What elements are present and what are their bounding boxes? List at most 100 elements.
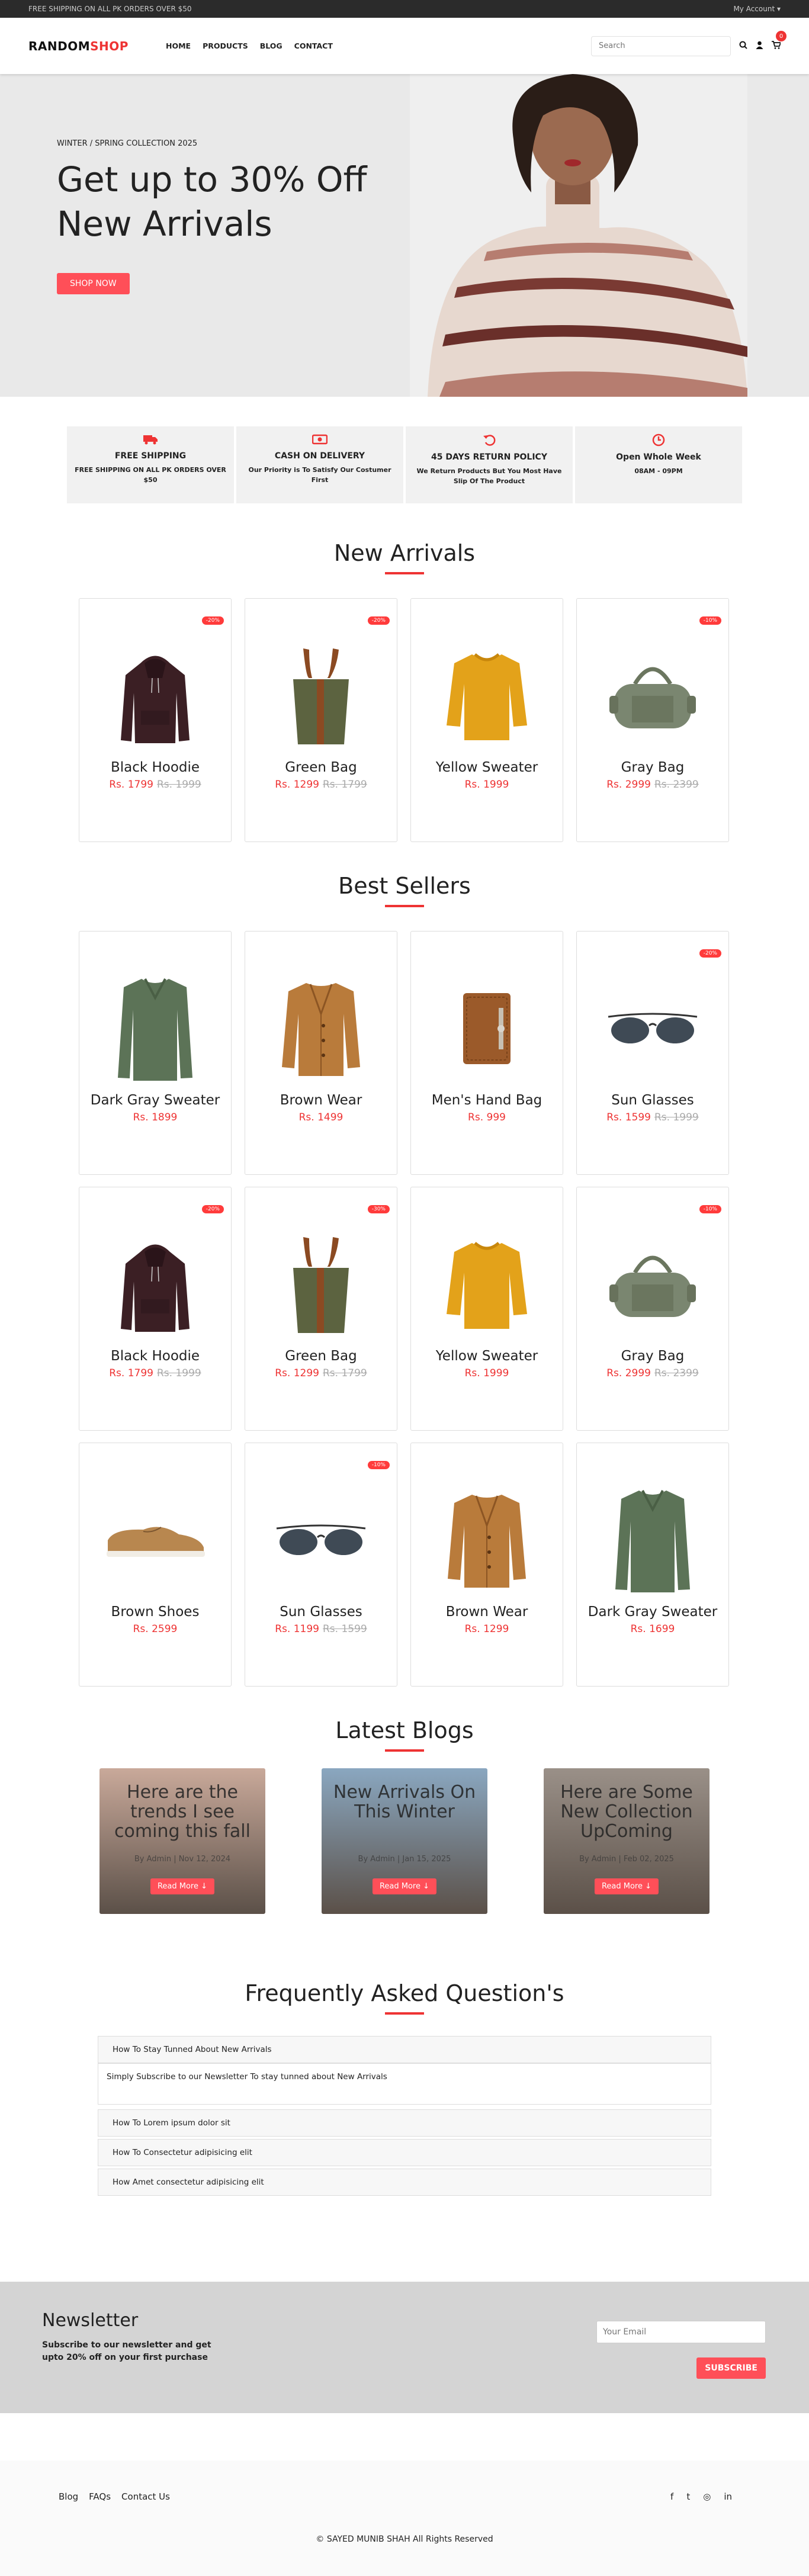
feature-open-week: Open Whole Week 08AM - 09PM bbox=[575, 426, 742, 503]
product-card[interactable]: -10% Gray Bag Rs. 2999 Rs. 2399 bbox=[576, 1187, 729, 1431]
product-image[interactable] bbox=[79, 1481, 231, 1599]
product-image[interactable] bbox=[411, 969, 563, 1088]
newsletter-email-input[interactable] bbox=[596, 2321, 766, 2343]
product-image[interactable] bbox=[245, 969, 397, 1088]
product-image[interactable] bbox=[577, 637, 728, 755]
product-card[interactable]: Brown Wear Rs. 1299 bbox=[410, 1443, 563, 1687]
product-image[interactable] bbox=[577, 969, 728, 1088]
product-image[interactable] bbox=[577, 1225, 728, 1344]
product-image[interactable] bbox=[245, 1225, 397, 1344]
current-price: Rs. 1999 bbox=[464, 1367, 509, 1379]
blogs-row: Here are the trends I see coming this fa… bbox=[99, 1768, 710, 1914]
blog-title: Here are the trends I see coming this fa… bbox=[114, 1782, 251, 1842]
newsletter-title: Newsletter bbox=[42, 2310, 139, 2331]
cart-icon[interactable]: 0 bbox=[772, 31, 786, 52]
product-card[interactable]: Dark Gray Sweater Rs. 1899 bbox=[79, 931, 232, 1175]
user-icon[interactable] bbox=[756, 40, 763, 52]
menu-blog[interactable]: BLOG bbox=[260, 41, 282, 50]
newsletter-section: Newsletter Subscribe to our newsletter a… bbox=[0, 2282, 809, 2413]
feature-return-policy: 45 DAYS RETURN POLICY We Return Products… bbox=[406, 426, 573, 503]
return-icon bbox=[410, 433, 568, 450]
my-account-menu[interactable]: My Account ▾ bbox=[733, 5, 781, 13]
hero-model-image bbox=[410, 74, 747, 397]
product-card[interactable]: Yellow Sweater Rs. 1999 bbox=[410, 598, 563, 842]
arrow-down-icon: ↓ bbox=[201, 1882, 208, 1891]
blog-author: By Admin | Feb 02, 2025 bbox=[579, 1855, 674, 1864]
product-card[interactable]: Brown Wear Rs. 1499 bbox=[245, 931, 397, 1175]
product-image[interactable] bbox=[245, 1481, 397, 1599]
product-image[interactable] bbox=[411, 637, 563, 755]
heading-underline bbox=[385, 905, 424, 907]
read-more-button[interactable]: Read More ↓ bbox=[594, 1878, 659, 1894]
heading-underline bbox=[385, 572, 424, 574]
cart-count-badge: 0 bbox=[776, 31, 786, 41]
product-image[interactable] bbox=[411, 1225, 563, 1344]
product-name: Yellow Sweater bbox=[435, 1348, 538, 1364]
product-card[interactable]: -20% Black Hoodie Rs. 1799 Rs. 1999 bbox=[79, 598, 232, 842]
product-name: Sun Glasses bbox=[280, 1604, 362, 1620]
product-card[interactable]: -20% Sun Glasses Rs. 1599 Rs. 1999 bbox=[576, 931, 729, 1175]
footer-link-faqs[interactable]: FAQs bbox=[89, 2491, 111, 2502]
product-card[interactable]: -30% Green Bag Rs. 1299 Rs. 1799 bbox=[245, 1187, 397, 1431]
read-more-button[interactable]: Read More ↓ bbox=[150, 1878, 215, 1894]
menu-home[interactable]: HOME bbox=[166, 41, 191, 50]
faq-question-4[interactable]: How Amet consectetur adipisicing elit bbox=[98, 2169, 711, 2196]
product-name: Gray Bag bbox=[621, 760, 685, 775]
product-card[interactable]: Brown Shoes Rs. 2599 bbox=[79, 1443, 232, 1687]
blog-card[interactable]: Here are Some New Collection UpComing By … bbox=[544, 1768, 710, 1914]
instagram-icon[interactable]: ◎ bbox=[703, 2491, 711, 2502]
menu-products[interactable]: PRODUCTS bbox=[203, 41, 248, 50]
subscribe-button[interactable]: SUBSCRIBE bbox=[696, 2357, 766, 2379]
footer-link-contact[interactable]: Contact Us bbox=[121, 2491, 170, 2502]
product-card[interactable]: Dark Gray Sweater Rs. 1699 bbox=[576, 1443, 729, 1687]
features-row: FREE SHIPPING FREE SHIPPING ON ALL PK OR… bbox=[67, 426, 742, 503]
old-price: Rs. 1999 bbox=[157, 1367, 201, 1379]
read-more-button[interactable]: Read More ↓ bbox=[372, 1878, 437, 1894]
current-price: Rs. 1899 bbox=[133, 1112, 178, 1123]
product-image[interactable] bbox=[245, 637, 397, 755]
faq-question-3[interactable]: How To Consectetur adipisicing elit bbox=[98, 2139, 711, 2166]
blog-title: Here are Some New Collection UpComing bbox=[560, 1782, 693, 1842]
facebook-icon[interactable]: f bbox=[670, 2491, 673, 2502]
shop-now-button[interactable]: SHOP NOW bbox=[57, 272, 130, 294]
current-price: Rs. 1199 bbox=[275, 1623, 319, 1635]
linkedin-icon[interactable]: in bbox=[724, 2491, 732, 2502]
product-image[interactable] bbox=[79, 969, 231, 1088]
product-image[interactable] bbox=[79, 1225, 231, 1344]
product-price: Rs. 1799 Rs. 1999 bbox=[79, 779, 231, 791]
discount-badge: -10% bbox=[699, 1205, 721, 1213]
faq-question-2[interactable]: How To Lorem ipsum dolor sit bbox=[98, 2109, 711, 2137]
product-price: Rs. 1499 bbox=[245, 1112, 397, 1123]
current-price: Rs. 1299 bbox=[464, 1623, 509, 1635]
product-image[interactable] bbox=[577, 1481, 728, 1599]
product-price: Rs. 1599 Rs. 1999 bbox=[577, 1112, 728, 1123]
faq-question-1[interactable]: How To Stay Tunned About New Arrivals bbox=[98, 2036, 711, 2063]
clock-icon bbox=[580, 433, 737, 450]
best-sellers-grid: Dark Gray Sweater Rs. 1899 Brown Wear Rs. 1… bbox=[79, 931, 730, 1687]
hero-subtitle: WINTER / SPRING COLLECTION 2025 bbox=[57, 139, 198, 148]
twitter-icon[interactable]: t bbox=[686, 2491, 690, 2502]
logo[interactable]: RANDOMSHOP bbox=[28, 39, 166, 53]
product-card[interactable]: Yellow Sweater Rs. 1999 bbox=[410, 1187, 563, 1431]
product-card[interactable]: -10% Sun Glasses Rs. 1199 Rs. 1599 bbox=[245, 1443, 397, 1687]
search-input[interactable] bbox=[591, 36, 731, 56]
product-image[interactable] bbox=[79, 637, 231, 755]
product-card[interactable]: -10% Gray Bag Rs. 2999 Rs. 2399 bbox=[576, 598, 729, 842]
new-arrivals-heading: New Arrivals bbox=[333, 540, 476, 566]
product-card[interactable]: Men's Hand Bag Rs. 999 bbox=[410, 931, 563, 1175]
discount-badge: -20% bbox=[201, 616, 224, 625]
current-price: Rs. 1499 bbox=[298, 1112, 343, 1123]
hero-banner: WINTER / SPRING COLLECTION 2025 Get up t… bbox=[0, 74, 809, 397]
blog-card[interactable]: New Arrivals On This Winter By Admin | Ja… bbox=[322, 1768, 487, 1914]
product-price: Rs. 1299 bbox=[411, 1623, 563, 1635]
product-card[interactable]: -20% Green Bag Rs. 1299 Rs. 1799 bbox=[245, 598, 397, 842]
heading-underline bbox=[385, 2012, 424, 2015]
product-card[interactable]: -20% Black Hoodie Rs. 1799 Rs. 1999 bbox=[79, 1187, 232, 1431]
arrow-down-icon: ↓ bbox=[423, 1882, 430, 1891]
search-icon[interactable] bbox=[739, 40, 747, 52]
menu-contact[interactable]: CONTACT bbox=[294, 41, 333, 50]
product-name: Gray Bag bbox=[621, 1348, 685, 1364]
product-image[interactable] bbox=[411, 1481, 563, 1599]
blog-card[interactable]: Here are the trends I see coming this fa… bbox=[99, 1768, 265, 1914]
footer-link-blog[interactable]: Blog bbox=[59, 2491, 78, 2502]
